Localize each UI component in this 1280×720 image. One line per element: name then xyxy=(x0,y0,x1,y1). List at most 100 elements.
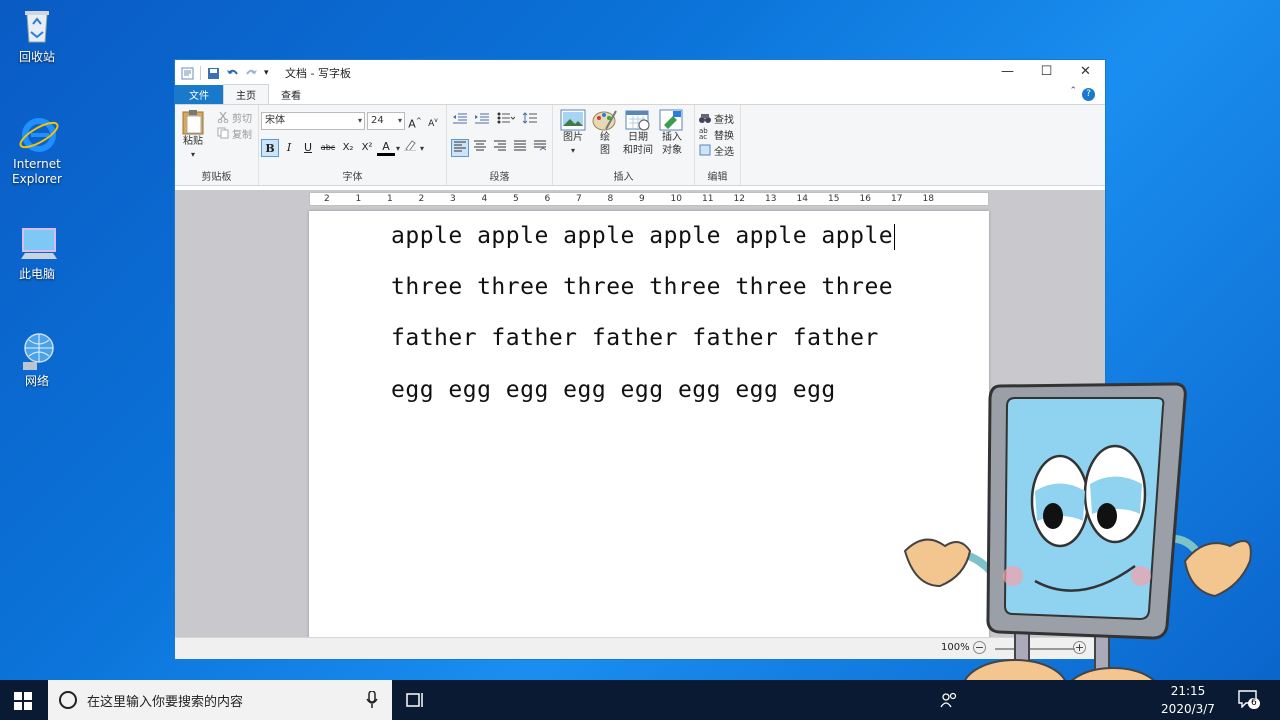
desktop-icon-this-pc[interactable]: 此电脑 xyxy=(6,223,68,282)
highlight-dropdown-icon[interactable]: ▾ xyxy=(420,144,424,153)
scissors-icon xyxy=(217,111,229,124)
zoom-slider[interactable] xyxy=(995,648,1075,650)
align-right-icon[interactable] xyxy=(491,139,509,157)
find-label: 查找 xyxy=(714,114,734,126)
underline-button[interactable]: U xyxy=(299,139,317,157)
bullets-icon[interactable] xyxy=(495,112,517,130)
collapse-ribbon-icon[interactable]: ⌃ xyxy=(1069,86,1077,96)
document-line[interactable]: three three three three three three xyxy=(391,274,893,300)
paste-label: 粘贴 xyxy=(183,136,203,147)
binoculars-icon xyxy=(699,112,711,124)
bold-button[interactable]: B xyxy=(261,139,279,157)
cut-label: 剪切 xyxy=(232,113,252,125)
font-size-select[interactable]: 24 xyxy=(367,112,405,130)
zoom-out-button[interactable]: − xyxy=(973,641,986,654)
paste-icon xyxy=(182,110,204,135)
task-view-icon[interactable] xyxy=(406,691,426,713)
ruler-tick: 10 xyxy=(670,194,682,204)
subscript-button[interactable]: X₂ xyxy=(339,139,357,157)
taskbar-search-box[interactable]: 在这里输入你要搜索的内容 xyxy=(48,680,392,720)
tab-home[interactable]: 主页 xyxy=(223,84,269,104)
object-label: 插入 对象 xyxy=(662,132,682,156)
group-insert: 图片 ▾ 绘 图 日期 和时间 插入 对象 插入 xyxy=(553,105,695,185)
microphone-icon[interactable] xyxy=(366,690,378,713)
paragraph-settings-icon[interactable] xyxy=(531,139,549,157)
network-icon xyxy=(17,330,57,370)
action-center-button[interactable]: 6 xyxy=(1238,690,1260,712)
copy-button[interactable]: 复制 xyxy=(217,125,252,141)
people-icon[interactable] xyxy=(940,692,958,712)
tab-file[interactable]: 文件 xyxy=(175,85,223,104)
document-line[interactable]: father father father father father xyxy=(391,325,879,351)
system-clock[interactable]: 21:15 2020/3/7 xyxy=(1152,682,1224,718)
ribbon: 粘贴 ▾ 剪切 复制 剪贴板 宋体 24 A^ Av xyxy=(175,104,1105,186)
picture-icon xyxy=(560,109,586,131)
close-button[interactable]: ✕ xyxy=(1066,60,1105,86)
italic-button[interactable]: I xyxy=(280,139,298,157)
find-button[interactable]: 查找 xyxy=(699,110,734,126)
desktop-icon-recycle-bin[interactable]: 回收站 xyxy=(6,6,68,65)
ruler-tick: 7 xyxy=(576,194,582,204)
paste-button[interactable]: 粘贴 ▾ xyxy=(181,109,205,161)
help-icon[interactable]: ? xyxy=(1082,88,1095,101)
ruler-tick: 11 xyxy=(702,194,714,204)
font-color-dropdown-icon[interactable]: ▾ xyxy=(396,144,400,153)
ruler-tick: 2 xyxy=(418,194,425,204)
superscript-button[interactable]: X² xyxy=(358,139,376,157)
replace-button[interactable]: ab ac 替换 xyxy=(699,126,734,142)
ruler-tick: 16 xyxy=(859,194,871,204)
align-center-icon[interactable] xyxy=(471,139,489,157)
minimize-button[interactable]: — xyxy=(988,60,1027,86)
select-all-label: 全选 xyxy=(714,146,734,158)
strikethrough-button[interactable]: abc xyxy=(318,139,338,157)
desktop-icon-label: 网络 xyxy=(24,374,49,388)
ruler-tick: 17 xyxy=(891,194,903,204)
desktop-icon-network[interactable]: 网络 xyxy=(6,330,68,389)
group-clipboard: 粘贴 ▾ 剪切 复制 剪贴板 xyxy=(175,105,259,185)
insert-object-button[interactable]: 插入 对象 xyxy=(657,109,687,157)
paste-dropdown-icon[interactable]: ▾ xyxy=(191,148,195,161)
cut-button[interactable]: 剪切 xyxy=(217,109,252,125)
start-button[interactable] xyxy=(14,692,32,714)
desktop-icon-internet-explorer[interactable]: Internet Explorer xyxy=(6,113,68,187)
document-page[interactable]: apple apple apple apple apple apple thre… xyxy=(309,211,989,638)
group-editing: 查找 ab ac 替换 全选 编辑 xyxy=(695,105,741,185)
zoom-in-button[interactable]: + xyxy=(1073,641,1086,654)
tab-view[interactable]: 查看 xyxy=(269,85,313,104)
date-time-button[interactable]: 日期 和时间 xyxy=(621,109,655,157)
justify-icon[interactable] xyxy=(511,139,529,157)
decrease-indent-icon[interactable] xyxy=(451,112,469,130)
undo-icon[interactable] xyxy=(226,67,239,80)
font-color-button[interactable]: A xyxy=(377,140,395,156)
cortana-icon xyxy=(59,691,77,709)
picture-dropdown-icon[interactable]: ▾ xyxy=(571,144,575,157)
datetime-label: 日期 和时间 xyxy=(623,132,653,156)
ruler-tick: 18 xyxy=(922,194,934,204)
customize-qa-icon[interactable]: ▾ xyxy=(264,67,277,80)
desktop-icon-label: Internet Explorer xyxy=(12,157,62,186)
select-all-button[interactable]: 全选 xyxy=(699,142,734,158)
redo-icon[interactable] xyxy=(245,67,258,80)
title-bar: ▾ 文档 - 写字板 — ☐ ✕ xyxy=(175,60,1105,86)
increase-indent-icon[interactable] xyxy=(473,112,491,130)
ruler[interactable]: 2 1 1 2 3 4 5 6 7 8 9 10 11 12 13 14 15 16 17 18 xyxy=(309,192,989,206)
ribbon-tabs: 文件 主页 查看 ⌃ ? xyxy=(175,84,1105,104)
paint-drawing-button[interactable]: 绘 图 xyxy=(591,109,619,157)
shrink-font-icon[interactable]: Av xyxy=(425,112,441,130)
align-left-icon[interactable] xyxy=(451,139,469,157)
line-spacing-icon[interactable] xyxy=(521,112,543,130)
separator xyxy=(200,66,201,80)
highlight-icon[interactable] xyxy=(401,139,419,157)
font-family-select[interactable]: 宋体 xyxy=(261,112,365,130)
clock-time: 21:15 xyxy=(1170,684,1206,698)
ruler-tick: 1 xyxy=(387,194,393,204)
maximize-button[interactable]: ☐ xyxy=(1027,60,1066,86)
paint-label: 绘 图 xyxy=(600,132,610,156)
insert-picture-button[interactable]: 图片 ▾ xyxy=(558,109,588,157)
document-line[interactable]: egg egg egg egg egg egg egg egg xyxy=(391,377,836,403)
grow-font-icon[interactable]: A^ xyxy=(407,112,423,131)
save-icon[interactable] xyxy=(207,67,220,80)
status-bar: 100% − + xyxy=(175,637,1105,659)
document-line[interactable]: apple apple apple apple apple apple xyxy=(391,223,896,250)
ruler-tick: 6 xyxy=(544,194,551,204)
